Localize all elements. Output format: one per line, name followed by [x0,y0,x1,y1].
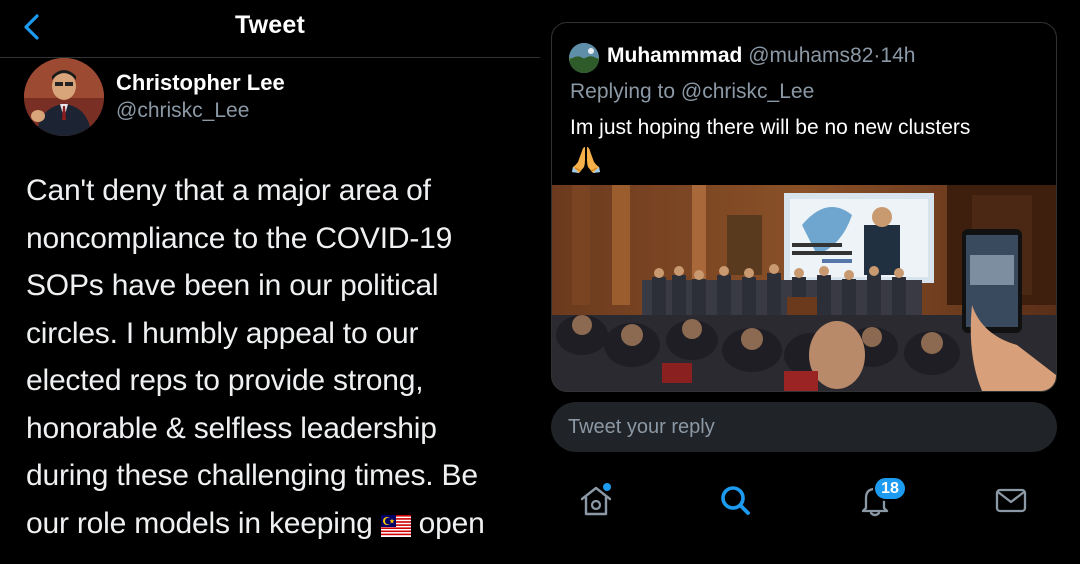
reply-avatar[interactable] [569,43,599,73]
reply-author-handle[interactable]: @muhams82 [748,44,873,67]
notification-count-badge: 18 [873,476,907,501]
reply-placeholder: Tweet your reply [568,416,715,438]
search-icon [721,486,750,515]
tweet-line: elected reps to provide strong, [26,364,424,397]
top-bar: Tweet [0,0,540,58]
reply-text: Im just hoping there will be no new clus… [570,116,971,139]
tweet-line: noncompliance to the COVID-19 [26,221,453,255]
tweet-line: during these challenging times. Be [26,459,478,492]
page-title: Tweet [235,11,305,39]
tweet-detail-panel: Tweet Christopher Lee @chriskc_Lee Can't… [0,0,540,564]
reply-tweet-card[interactable]: Muhammmad @muhams82·14h Replying to @chr… [551,22,1057,392]
folded-hands-icon [570,145,602,175]
tweet-line: SOPs have been in our political [26,269,439,302]
author-avatar[interactable] [24,58,104,136]
messages-icon [995,488,1027,513]
nav-messages[interactable] [991,480,1031,520]
reply-timestamp: 14h [880,44,916,67]
author-handle[interactable]: @chriskc_Lee [116,99,249,123]
malaysia-flag-icon [380,504,411,552]
reply-meta: Muhammmad @muhams82·14h [607,44,915,68]
tweet-line: honorable & selfless leadership [26,411,437,445]
tweet-line: circles. I humbly appeal to our [26,316,419,350]
reply-author-name[interactable]: Muhammmad [607,44,742,67]
tweet-line-text: open [418,506,485,540]
home-icon [580,483,612,516]
reply-media-photo[interactable] [552,185,1056,391]
tweet-body: Can't deny that a major area of noncompl… [26,167,536,551]
nav-search[interactable] [715,480,755,520]
bottom-nav [540,470,1080,530]
reply-input[interactable]: Tweet your reply [551,402,1057,452]
tweet-line-text: our role models in keeping [26,506,373,540]
reply-panel: Muhammmad @muhams82·14h Replying to @chr… [540,0,1080,564]
tweet-line: Can't deny that a major area of [26,174,431,207]
replying-to-label[interactable]: Replying to @chriskc_Lee [570,80,814,104]
author-name[interactable]: Christopher Lee [116,70,285,96]
tweet-line: our role models in keeping open [26,500,536,552]
nav-home[interactable] [576,480,616,520]
